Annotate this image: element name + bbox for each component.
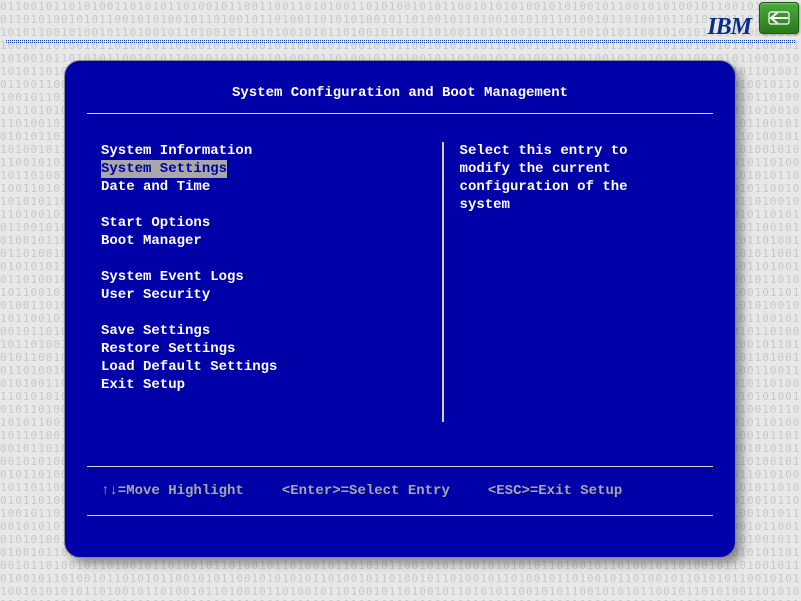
menu-item-load-default-settings[interactable]: Load Default Settings [101,358,277,376]
menu-gap [101,196,430,214]
hint-exit: <ESC>=Exit Setup [488,483,622,499]
menu-item-system-settings[interactable]: System Settings [101,160,227,178]
menu-gap [101,250,430,268]
hints-divider-bottom [87,515,713,516]
key-hints: ↑↓=Move Highlight <Enter>=Select Entry <… [87,483,713,499]
hints-divider-top [87,466,713,467]
menu-item-user-security[interactable]: User Security [101,286,210,304]
help-line: configuration of the [460,178,713,196]
ibm-logo: IBM [707,14,751,41]
page-title: System Configuration and Boot Management [87,61,713,109]
menu-item-restore-settings[interactable]: Restore Settings [101,340,235,358]
arrow-left-icon [768,11,790,25]
hint-select: <Enter>=Select Entry [282,483,450,499]
help-line: system [460,196,713,214]
header-divider [6,40,795,43]
menu-item-system-event-logs[interactable]: System Event Logs [101,268,244,286]
menu-column: System InformationSystem SettingsDate an… [87,142,438,462]
help-column: Select this entry to modify the current … [444,142,713,462]
main-area: System InformationSystem SettingsDate an… [87,142,713,462]
menu-item-system-information[interactable]: System Information [101,142,252,160]
menu-item-date-and-time[interactable]: Date and Time [101,178,210,196]
menu-item-boot-manager[interactable]: Boot Manager [101,232,202,250]
menu-item-start-options[interactable]: Start Options [101,214,210,232]
title-underline [87,113,713,114]
menu-item-exit-setup[interactable]: Exit Setup [101,376,185,394]
top-bar: IBM [0,0,801,42]
help-line: Select this entry to [460,142,713,160]
menu-item-save-settings[interactable]: Save Settings [101,322,210,340]
status-indicator[interactable] [759,2,799,34]
help-line: modify the current [460,160,713,178]
hint-move: ↑↓=Move Highlight [101,483,244,499]
menu-gap [101,304,430,322]
bios-panel: System Configuration and Boot Management… [64,60,736,558]
